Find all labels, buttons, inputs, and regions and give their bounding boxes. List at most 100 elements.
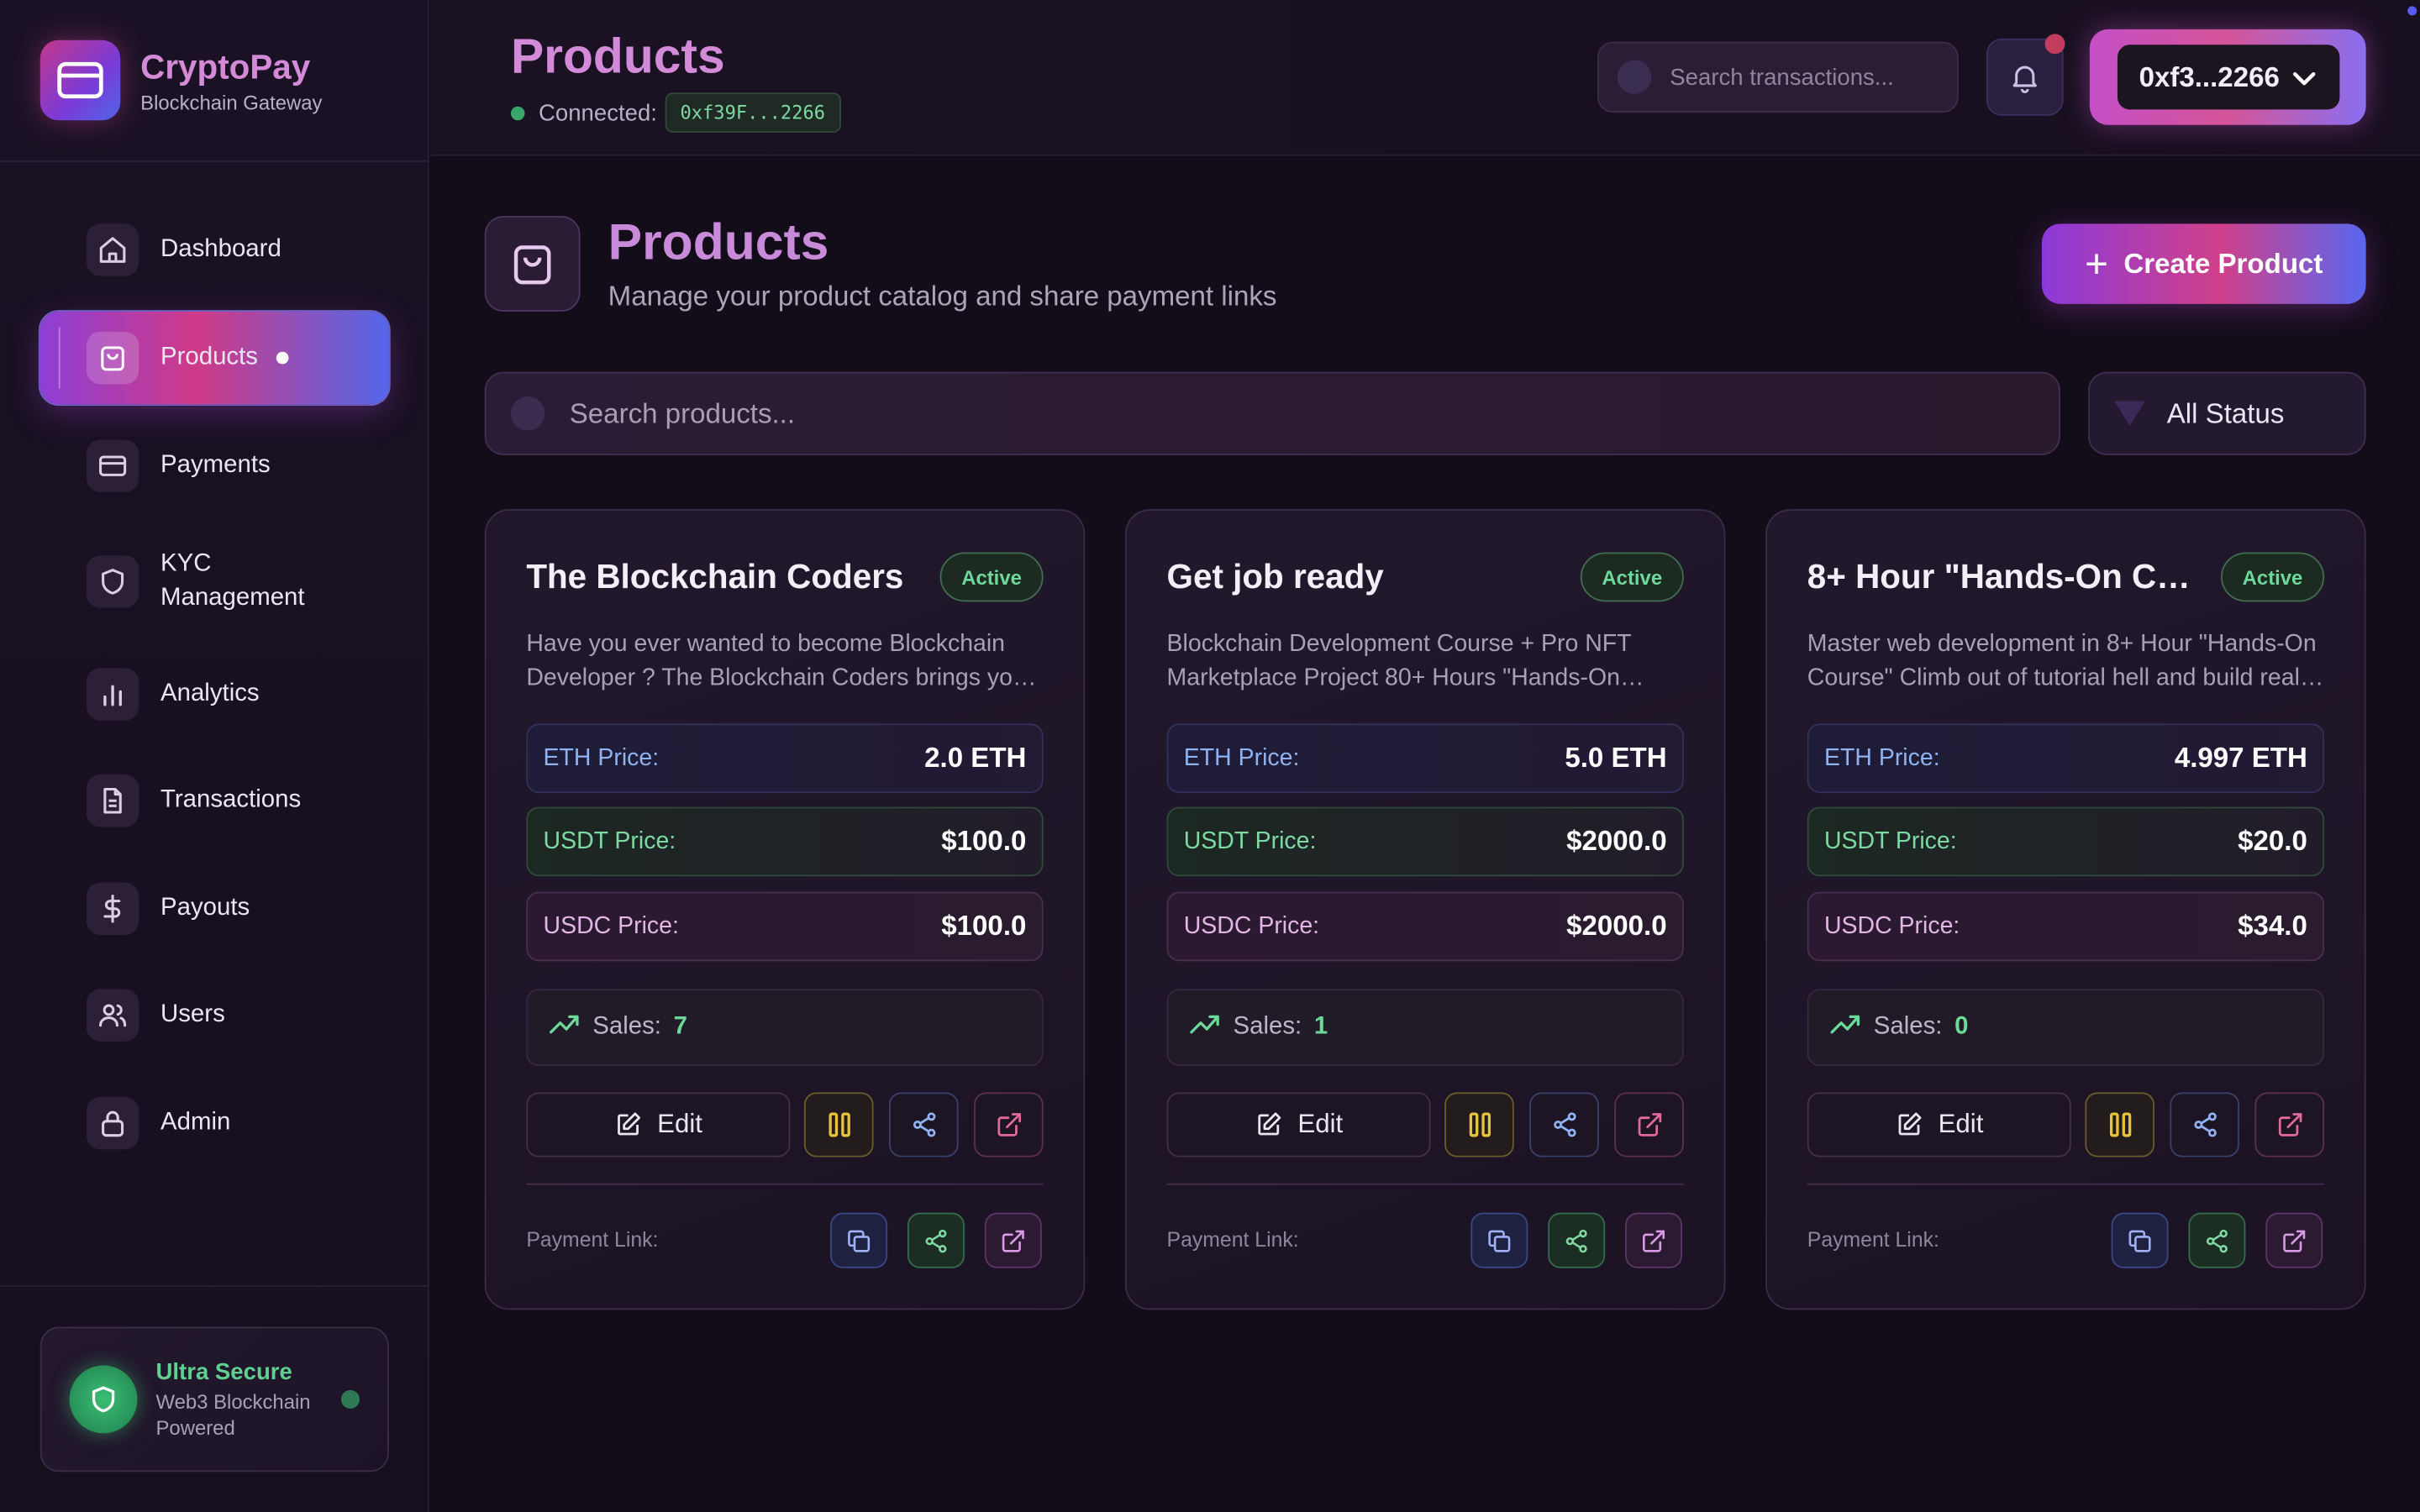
shield-icon: [69, 1365, 138, 1434]
active-indicator: [276, 351, 289, 365]
sidebar-item-label: Payouts: [160, 895, 250, 921]
external-link-icon: [2283, 1229, 2306, 1252]
status-dot: [340, 1389, 360, 1409]
sidebar-item-admin[interactable]: Admin: [40, 1077, 389, 1169]
pause-button[interactable]: [803, 1092, 874, 1158]
connected-address[interactable]: 0xf39F...2266: [665, 92, 841, 133]
open-external-button[interactable]: [2254, 1092, 2325, 1158]
edit-button[interactable]: Edit: [526, 1092, 791, 1158]
edit-button[interactable]: Edit: [1807, 1092, 2071, 1158]
create-product-button[interactable]: + Create Product: [2041, 223, 2366, 304]
copy-link-button[interactable]: [2111, 1212, 2169, 1268]
sales-count: Sales: 1: [1166, 989, 1684, 1067]
open-external-button[interactable]: [1614, 1092, 1684, 1158]
sidebar-item-label: KYC Management: [160, 550, 305, 612]
sales-label: Sales:: [592, 1013, 661, 1040]
shield-icon: [86, 555, 139, 608]
sidebar-item-payouts[interactable]: Payouts: [40, 863, 389, 955]
sidebar-item-dashboard[interactable]: Dashboard: [40, 203, 389, 296]
product-actions: Edit: [526, 1092, 1044, 1158]
sidebar-item-products[interactable]: Products: [39, 312, 389, 405]
wallet-address: 0xf3...2266: [2139, 60, 2280, 92]
copy-link-button[interactable]: [830, 1212, 888, 1268]
edit-icon: [1898, 1112, 1922, 1136]
product-description: Master web development in 8+ Hour "Hands…: [1807, 631, 2317, 691]
eth-price-value: 4.997 ETH: [2174, 742, 2307, 774]
external-link-icon: [1643, 1229, 1665, 1252]
connection-status: Connected: 0xf39F...2266: [510, 92, 841, 133]
notifications-button[interactable]: [1986, 34, 2065, 116]
edit-icon: [1258, 1112, 1281, 1136]
sidebar-item-analytics[interactable]: Analytics: [40, 648, 389, 740]
search-icon: [1617, 60, 1652, 95]
status-badge: Active: [2220, 552, 2325, 602]
product-search[interactable]: [484, 371, 2060, 455]
transaction-search[interactable]: [1597, 41, 1959, 113]
payment-link-label: Payment Link:: [526, 1228, 659, 1252]
eth-price-label: ETH Price:: [1183, 744, 1300, 771]
brand[interactable]: CryptoPay Blockchain Gateway: [39, 39, 322, 121]
edit-button[interactable]: Edit: [1166, 1092, 1431, 1158]
divider: [526, 1183, 1044, 1185]
product-description: Have you ever wanted to become Blockchai…: [526, 631, 1026, 691]
usdc-price-row: USDC Price: $34.0: [1807, 891, 2325, 962]
share-icon: [913, 1112, 935, 1137]
usdc-price-label: USDC Price:: [1823, 912, 1960, 939]
usdc-price-label: USDC Price:: [543, 912, 679, 939]
share-button[interactable]: [888, 1092, 959, 1158]
external-link-icon: [1637, 1113, 1661, 1137]
trending-up-icon: [1830, 1013, 1861, 1042]
shopping-bag-icon: [484, 216, 581, 312]
connected-label: Connected:: [539, 99, 657, 126]
page-title: Products: [608, 213, 829, 270]
divider: [1807, 1183, 2325, 1185]
app-root: CryptoPay Blockchain Gateway Dashboard P…: [0, 0, 2420, 1512]
sidebar-item-label: Users: [160, 1001, 225, 1028]
copy-icon: [1488, 1229, 1511, 1252]
external-link-icon: [1002, 1229, 1024, 1252]
sidebar-item-kyc[interactable]: KYC Management: [40, 533, 389, 632]
wallet-button[interactable]: 0xf3...2266: [2089, 29, 2366, 125]
copy-link-button[interactable]: [1470, 1212, 1528, 1268]
sales-count: Sales: 0: [1807, 989, 2325, 1067]
shopping-bag-icon: [86, 331, 139, 385]
sidebar-item-label: Admin: [160, 1109, 231, 1136]
sidebar-item-payments[interactable]: Payments: [40, 420, 389, 512]
edit-label: Edit: [657, 1109, 702, 1139]
product-card: 8+ Hour "Hands-On Course" Active Master …: [1765, 509, 2366, 1310]
pause-button[interactable]: [2085, 1092, 2155, 1158]
notification-badge: [2044, 34, 2065, 55]
usdt-price-value: $2000.0: [1566, 825, 1667, 857]
pause-button[interactable]: [1444, 1092, 1514, 1158]
home-icon: [86, 223, 139, 276]
sidebar-item-transactions[interactable]: Transactions: [40, 754, 389, 847]
share-link-button[interactable]: [1548, 1212, 1606, 1268]
sidebar-item-users[interactable]: Users: [40, 969, 389, 1061]
usdt-price-row: USDT Price: $2000.0: [1166, 806, 1684, 877]
credit-card-icon: [39, 39, 121, 121]
security-card: Ultra Secure Web3 Blockchain Powered: [39, 1326, 389, 1473]
product-search-input[interactable]: [569, 396, 1959, 430]
transaction-search-input[interactable]: [1670, 64, 1948, 91]
open-link-button[interactable]: [984, 1212, 1042, 1268]
share-button[interactable]: [1529, 1092, 1599, 1158]
share-link-button[interactable]: [2188, 1212, 2246, 1268]
main-content: Products Manage your product catalog and…: [430, 157, 2420, 1512]
eth-price-label: ETH Price:: [1823, 744, 1940, 771]
open-link-button[interactable]: [2265, 1212, 2323, 1268]
share-icon: [1565, 1228, 1587, 1252]
sales-value: 1: [1313, 1013, 1328, 1040]
share-link-button[interactable]: [907, 1212, 965, 1268]
external-link-icon: [997, 1113, 1021, 1137]
edit-icon: [617, 1112, 640, 1136]
product-card: Get job ready Active Blockchain Developm…: [1124, 509, 1726, 1310]
eth-price-row: ETH Price: 4.997 ETH: [1807, 723, 2325, 794]
share-button[interactable]: [2170, 1092, 2240, 1158]
open-link-button[interactable]: [1625, 1212, 1683, 1268]
open-external-button[interactable]: [973, 1092, 1044, 1158]
sidebar-item-label: Dashboard: [160, 236, 281, 263]
sales-label: Sales:: [1873, 1013, 1943, 1040]
status-filter-select[interactable]: All Status: [2088, 371, 2366, 455]
eth-price-value: 5.0 ETH: [1565, 742, 1667, 774]
eth-price-row: ETH Price: 2.0 ETH: [526, 723, 1044, 794]
